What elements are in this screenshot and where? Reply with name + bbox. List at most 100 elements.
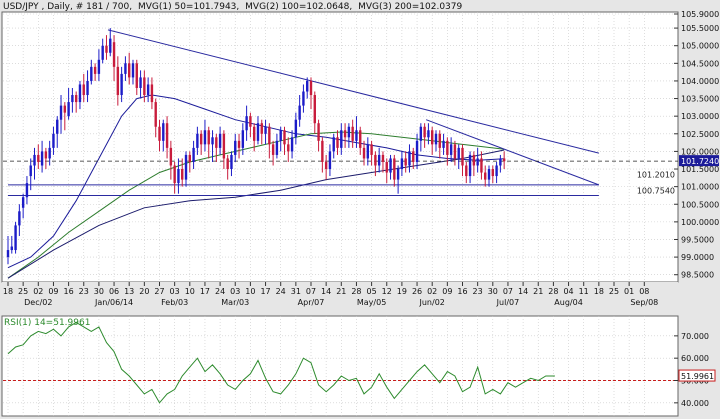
x-tick-label: 30 [94,287,104,296]
x-tick-label: 14 [518,287,528,296]
rsi-y-tick-label: 70.000 [681,332,709,341]
candle-body [260,123,263,134]
candle-body [154,102,157,127]
candle-body [465,165,468,177]
candle-body [78,84,82,103]
candle-body [256,123,260,141]
candle-body [169,147,173,166]
x-tick-label: 07 [503,287,513,296]
y-tick-label: 105.0000 [681,42,719,51]
candle-body [412,151,415,162]
candle-body [162,123,165,141]
candle-body [453,144,457,159]
y-tick-label: 101.0000 [681,183,719,192]
candle-body [74,95,78,103]
y-tick-label: 103.0000 [681,112,719,121]
candle-body [173,165,176,184]
x-tick-label: 01 [624,287,634,296]
candle-body [245,116,248,131]
candle-body [279,130,282,141]
candle-body [328,151,332,170]
candle-body [343,130,347,138]
x-tick-label: 17 [200,287,210,296]
candle-body [480,158,483,173]
candle-body [294,119,298,138]
candle-body [446,140,449,155]
y-tick-label: 104.0000 [681,77,719,86]
candle-body [158,126,161,141]
candle-body [461,147,464,166]
x-month-label: Jan/06/14 [94,298,133,307]
level-price-label: 101.2010 [637,171,675,180]
x-tick-label: 05 [367,287,377,296]
candle-body [408,151,411,166]
candle-body [487,169,491,180]
y-tick-label: 99.5000 [681,235,714,244]
x-tick-label: 04 [563,287,573,296]
candle-body [306,80,309,92]
candle-body [423,126,426,138]
candle-body [71,95,74,103]
candle-body [203,130,207,145]
x-tick-label: 18 [3,287,13,296]
candle-body [90,66,93,81]
candle-body [431,130,434,145]
candle-body [287,144,290,152]
candle-body [128,63,131,78]
candle-body [427,130,430,138]
candle-body [393,158,396,180]
x-tick-label: 21 [533,287,543,296]
candle-body [109,38,112,53]
candle-body [143,77,146,96]
candle-body [29,165,32,177]
candle-body [165,123,169,148]
candle-body [177,169,180,184]
candle-body [340,130,343,148]
candle-body [347,126,351,138]
candle-body [116,66,120,96]
candle-body [241,130,245,148]
x-month-label: May/05 [357,298,386,307]
candle-body [374,154,377,166]
candle-body [404,158,407,166]
x-tick-label: 07 [306,287,316,296]
x-month-label: Jul/07 [496,298,520,307]
y-tick-label: 102.0000 [681,147,719,156]
candle-body [211,137,214,145]
candle-body [415,140,419,162]
candle-body [491,169,494,177]
candle-body [48,147,51,159]
candle-body [21,197,25,208]
candle-body [332,137,335,152]
candle-body [449,144,453,155]
candle-body [82,84,85,96]
candle-body [434,133,438,145]
x-tick-label: 09 [442,287,452,296]
candle-body [230,154,233,170]
x-tick-label: 20 [139,287,149,296]
candle-body [139,77,142,88]
x-tick-label: 26 [412,287,422,296]
x-tick-label: 23 [79,287,89,296]
candle-body [101,45,104,60]
candle-body [377,154,381,166]
y-tick-label: 104.5000 [681,59,719,68]
candle-body [264,126,267,134]
header-mvg1: MVG(1) 50=101.7943, [138,2,239,12]
x-tick-label: 12 [382,287,392,296]
candle-body [472,154,476,166]
candle-body [207,130,210,145]
x-tick-label: 27 [154,287,164,296]
candle-body [351,126,354,141]
candle-body [199,133,203,145]
candle-body [362,147,366,159]
candle-body [457,147,460,159]
x-tick-label: 06 [109,287,119,296]
x-tick-label: 10 [185,287,195,296]
y-tick-label: 102.5000 [681,130,719,139]
candle-body [283,130,286,145]
candle-body [188,154,191,162]
candle-body [44,151,48,159]
x-tick-label: 24 [215,287,225,296]
candle-body [97,59,101,74]
